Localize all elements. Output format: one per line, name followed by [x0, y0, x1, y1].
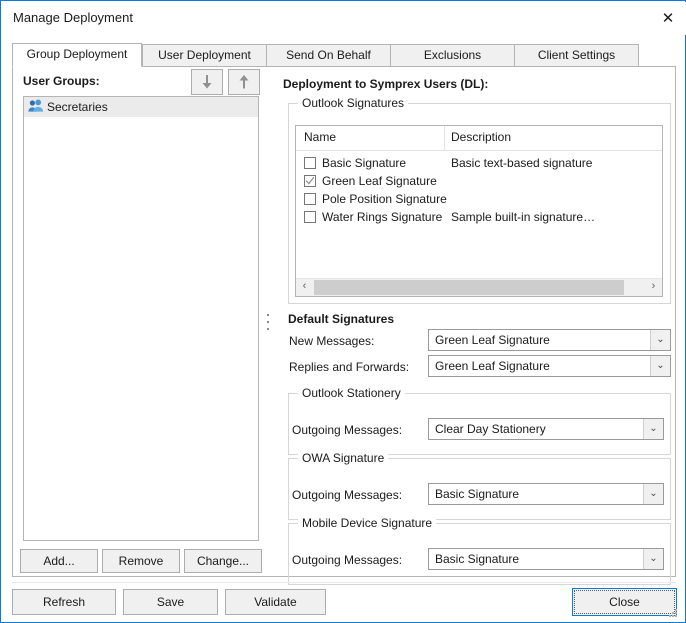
new-messages-label: New Messages:: [289, 334, 375, 348]
signature-checkbox[interactable]: [304, 157, 316, 169]
signature-name: Pole Position Signature: [322, 192, 447, 206]
list-header: Name Description: [296, 126, 662, 151]
refresh-button[interactable]: Refresh: [12, 589, 116, 615]
tab-group-deployment[interactable]: Group Deployment: [12, 43, 142, 67]
tab-client-settings[interactable]: Client Settings: [514, 44, 639, 67]
owa-outgoing-label: Outgoing Messages:: [292, 488, 403, 502]
table-row[interactable]: Green Leaf Signature: [296, 173, 662, 191]
owa-outgoing-combo[interactable]: Basic Signature ⌄: [428, 483, 664, 505]
close-icon[interactable]: ✕: [657, 8, 679, 30]
signature-checkbox-checked[interactable]: [304, 175, 316, 187]
manage-deployment-window: Manage Deployment ✕ Group Deployment Use…: [0, 0, 686, 623]
scrollbar-thumb[interactable]: [314, 280, 624, 295]
owa-outgoing-value: Basic Signature: [435, 487, 520, 501]
mobile-device-signature-title: Mobile Device Signature: [298, 516, 437, 530]
column-header-name: Name: [304, 130, 337, 144]
save-button[interactable]: Save: [123, 589, 218, 615]
splitter-handle[interactable]: [264, 314, 271, 336]
table-row[interactable]: Water Rings Signature Sample built-in si…: [296, 209, 662, 227]
tab-user-deployment[interactable]: User Deployment: [142, 44, 267, 67]
chevron-down-icon[interactable]: ⌄: [643, 419, 663, 439]
move-up-button[interactable]: [228, 69, 260, 95]
replies-forwards-value: Green Leaf Signature: [435, 359, 550, 373]
signature-description: Sample built-in signature…: [451, 210, 596, 224]
chevron-down-icon[interactable]: ⌄: [650, 330, 670, 350]
stationery-outgoing-combo[interactable]: Clear Day Stationery ⌄: [428, 418, 664, 440]
add-button[interactable]: Add...: [20, 549, 98, 573]
signature-name: Basic Signature: [322, 156, 407, 170]
chevron-down-icon[interactable]: ⌄: [643, 549, 663, 569]
chevron-down-icon[interactable]: ⌄: [643, 484, 663, 504]
signature-description: Basic text-based signature: [451, 156, 593, 170]
splitter-dot: [266, 328, 269, 330]
signature-name: Water Rings Signature: [322, 210, 443, 224]
scroll-left-icon[interactable]: ‹: [296, 279, 313, 296]
mobile-outgoing-label: Outgoing Messages:: [292, 553, 403, 567]
validate-button[interactable]: Validate: [225, 589, 326, 615]
stationery-outgoing-value: Clear Day Stationery: [435, 422, 546, 436]
arrow-up-icon: [229, 74, 259, 90]
title-bar: Manage Deployment ✕: [2, 2, 686, 35]
replies-forwards-label: Replies and Forwards:: [289, 360, 410, 374]
outlook-stationery-title: Outlook Stationery: [298, 386, 405, 400]
horizontal-scrollbar[interactable]: ‹ ›: [296, 278, 662, 296]
change-button[interactable]: Change...: [184, 549, 262, 573]
new-messages-value: Green Leaf Signature: [435, 333, 550, 347]
arrow-down-icon: [192, 74, 222, 90]
close-button[interactable]: Close: [572, 588, 677, 616]
list-item[interactable]: Secretaries: [24, 97, 258, 117]
tab-strip: Group Deployment User Deployment Send On…: [12, 43, 676, 67]
window-title: Manage Deployment: [13, 10, 133, 25]
tab-exclusions[interactable]: Exclusions: [390, 44, 515, 67]
user-groups-label: User Groups:: [23, 74, 100, 88]
resize-grip[interactable]: [669, 609, 679, 619]
close-button-label: Close: [574, 590, 675, 614]
remove-button[interactable]: Remove: [102, 549, 180, 573]
tab-send-on-behalf[interactable]: Send On Behalf: [266, 44, 391, 67]
user-groups-list[interactable]: Secretaries: [23, 96, 259, 541]
signature-checkbox[interactable]: [304, 211, 316, 223]
owa-signature-title: OWA Signature: [298, 451, 389, 465]
user-group-icon: [28, 99, 44, 116]
separator: [12, 582, 676, 583]
new-messages-combo[interactable]: Green Leaf Signature ⌄: [428, 329, 671, 351]
stationery-outgoing-label: Outgoing Messages:: [292, 423, 403, 437]
table-row[interactable]: Basic Signature Basic text-based signatu…: [296, 155, 662, 173]
default-signatures-title: Default Signatures: [288, 312, 395, 326]
signature-name: Green Leaf Signature: [322, 174, 437, 188]
scroll-right-icon[interactable]: ›: [645, 279, 662, 296]
outlook-signatures-title: Outlook Signatures: [298, 96, 409, 110]
splitter-dot: [266, 314, 269, 316]
mobile-outgoing-combo[interactable]: Basic Signature ⌄: [428, 548, 664, 570]
column-divider: [444, 126, 445, 150]
move-down-button[interactable]: [191, 69, 223, 95]
deployment-heading: Deployment to Symprex Users (DL):: [283, 77, 489, 91]
splitter-dot: [266, 321, 269, 323]
chevron-down-icon[interactable]: ⌄: [650, 356, 670, 376]
table-row[interactable]: Pole Position Signature: [296, 191, 662, 209]
signature-checkbox[interactable]: [304, 193, 316, 205]
column-header-description: Description: [451, 130, 512, 144]
outlook-signatures-list[interactable]: Name Description Basic Signature Basic t…: [295, 125, 663, 297]
mobile-outgoing-value: Basic Signature: [435, 552, 520, 566]
replies-forwards-combo[interactable]: Green Leaf Signature ⌄: [428, 355, 671, 377]
list-item-label: Secretaries: [47, 100, 108, 114]
